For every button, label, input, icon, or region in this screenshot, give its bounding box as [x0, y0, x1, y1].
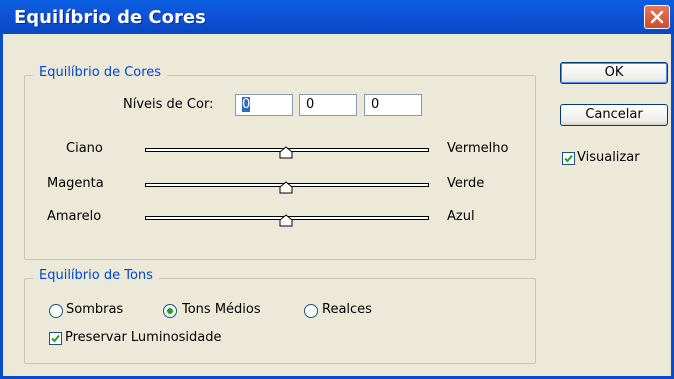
- color-level-field-2[interactable]: 0: [299, 94, 357, 116]
- preserve-luminosity-checkbox[interactable]: [49, 332, 62, 345]
- color-level-field-1[interactable]: 0: [235, 94, 293, 116]
- window-title: Equilíbrio de Cores: [14, 7, 206, 28]
- close-button[interactable]: [644, 5, 670, 29]
- dialog-content: Equilíbrio de Cores Níveis de Cor: 0 0 0…: [0, 34, 674, 379]
- yellow-blue-slider-thumb[interactable]: [279, 214, 293, 227]
- shadows-label[interactable]: Sombras: [66, 302, 123, 317]
- slider-label-blue: Azul: [447, 209, 475, 224]
- tone-balance-group: [24, 278, 536, 364]
- color-level-value-1: 0: [242, 97, 251, 112]
- preserve-luminosity-label[interactable]: Preservar Luminosidade: [65, 330, 222, 345]
- shadows-radio[interactable]: [49, 304, 63, 318]
- color-levels-label: Níveis de Cor:: [123, 97, 214, 112]
- color-level-value-3: 0: [371, 97, 380, 112]
- slider-label-cyan: Ciano: [66, 141, 103, 156]
- radio-selected-dot: [167, 308, 173, 314]
- midtones-label[interactable]: Tons Médios: [182, 302, 261, 317]
- checkmark-icon: [51, 334, 60, 343]
- preview-checkbox[interactable]: [562, 152, 575, 165]
- cancel-button[interactable]: Cancelar: [560, 104, 668, 126]
- color-balance-dialog: Equilíbrio de Cores Equilíbrio de Cores …: [0, 0, 674, 379]
- close-icon: [650, 10, 664, 24]
- highlights-label[interactable]: Realces: [322, 302, 372, 317]
- title-bar[interactable]: Equilíbrio de Cores: [0, 0, 674, 34]
- tone-balance-legend: Equilíbrio de Tons: [33, 268, 159, 283]
- preview-label[interactable]: Visualizar: [577, 150, 640, 165]
- slider-label-magenta: Magenta: [47, 176, 104, 191]
- slider-label-yellow: Amarelo: [47, 209, 102, 224]
- color-level-field-3[interactable]: 0: [364, 94, 422, 116]
- ok-button[interactable]: OK: [560, 62, 668, 84]
- midtones-radio[interactable]: [163, 304, 177, 318]
- highlights-radio[interactable]: [304, 304, 318, 318]
- cyan-red-slider-thumb[interactable]: [279, 146, 293, 159]
- checkmark-icon: [564, 154, 573, 163]
- slider-label-red: Vermelho: [447, 141, 509, 156]
- magenta-green-slider-thumb[interactable]: [279, 181, 293, 194]
- color-balance-legend: Equilíbrio de Cores: [33, 65, 168, 80]
- slider-label-green: Verde: [447, 176, 485, 191]
- color-level-value-2: 0: [306, 97, 315, 112]
